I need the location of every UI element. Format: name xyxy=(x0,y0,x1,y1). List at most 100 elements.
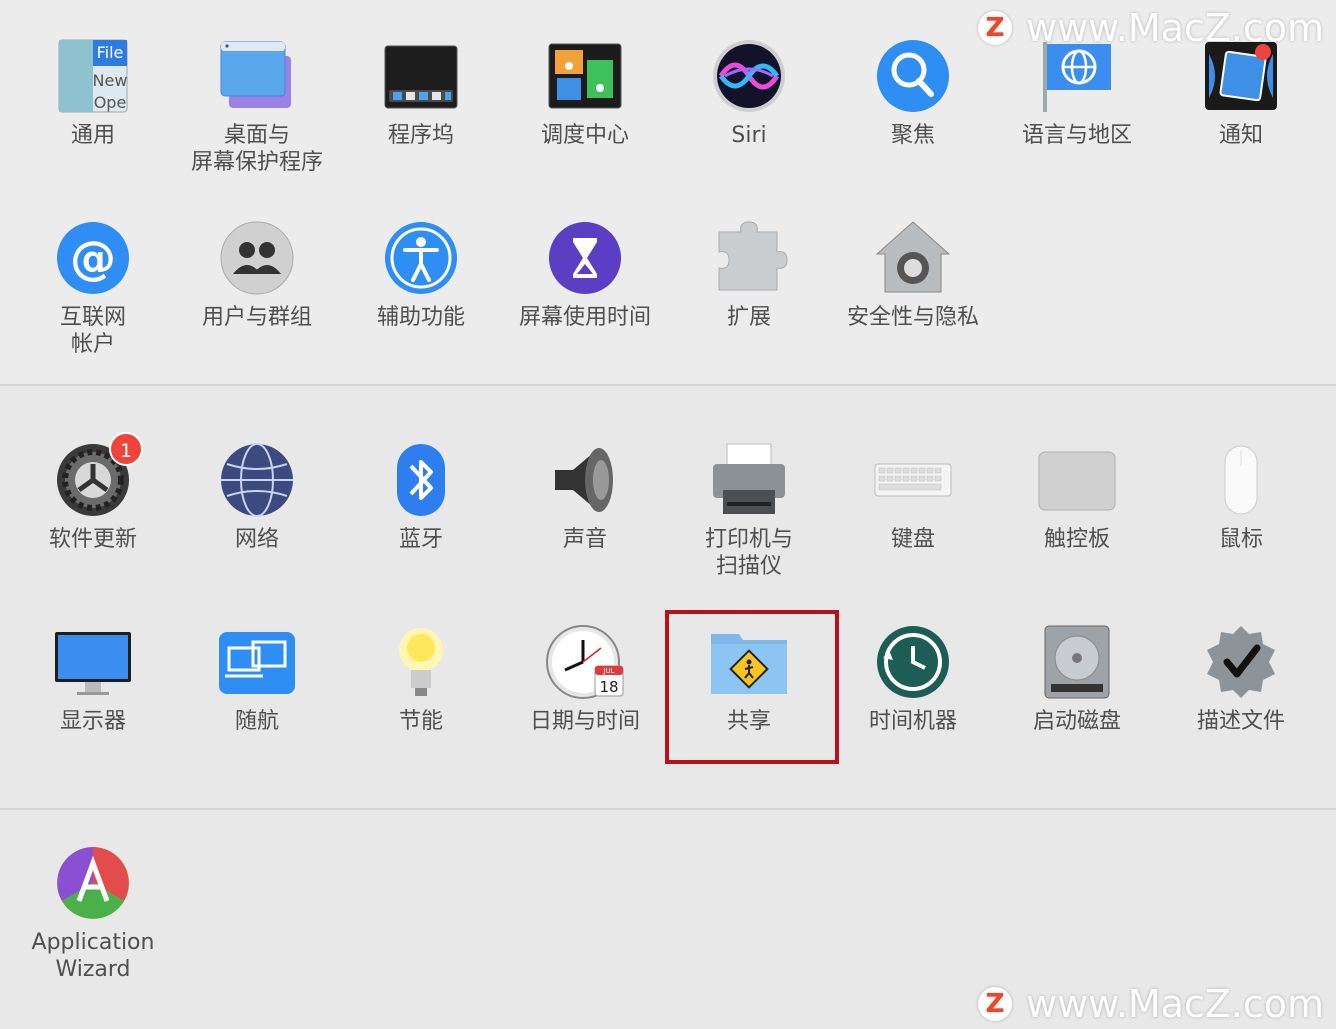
pref-pane-label: 网络 xyxy=(234,527,279,552)
pref-pane-label: 蓝牙 xyxy=(398,527,443,552)
bluetooth-icon xyxy=(381,440,461,520)
pref-pane-timemachine[interactable]: 时间机器 xyxy=(831,622,995,735)
svg-text:Ope: Ope xyxy=(94,93,127,112)
pref-pane-datetime[interactable]: JUL 18 日期与时间 xyxy=(503,622,667,735)
pref-pane-energy[interactable]: 节能 xyxy=(339,622,503,735)
pref-pane-label: 程序坞 xyxy=(387,123,454,148)
pref-pane-sound[interactable]: 声音 xyxy=(503,440,667,553)
pref-pane-keyboard[interactable]: 键盘 xyxy=(831,440,995,553)
pref-pane-label: 桌面与 屏幕保护程序 xyxy=(190,123,323,175)
pref-pane-label: Application Wizard xyxy=(31,930,155,982)
pref-pane-label: 聚焦 xyxy=(890,123,935,148)
pref-pane-label: 打印机与 扫描仪 xyxy=(704,527,793,579)
security-privacy-icon xyxy=(873,218,953,298)
pref-pane-label: 调度中心 xyxy=(540,123,629,148)
pref-pane-label: 通用 xyxy=(70,123,115,148)
pref-pane-mission[interactable]: 调度中心 xyxy=(503,36,667,149)
mission-control-icon xyxy=(545,36,625,116)
pref-pane-label: 语言与地区 xyxy=(1021,123,1132,148)
extensions-icon xyxy=(709,218,789,298)
svg-text:JUL: JUL xyxy=(602,667,614,675)
application-wizard-icon xyxy=(53,843,133,923)
update-count-badge: 1 xyxy=(109,432,143,466)
pref-pane-label: 显示器 xyxy=(59,709,126,734)
pref-pane-desktop[interactable]: 桌面与 屏幕保护程序 xyxy=(175,36,339,176)
users-groups-icon xyxy=(217,218,297,298)
time-machine-icon xyxy=(873,622,953,702)
desktop-screensaver-icon xyxy=(217,36,297,116)
pref-pane-screentime[interactable]: 屏幕使用时间 xyxy=(503,218,667,331)
pref-pane-siri[interactable]: Siri xyxy=(667,36,831,149)
profiles-icon xyxy=(1201,622,1281,702)
startup-disk-icon xyxy=(1037,622,1117,702)
watermark: Z www.MacZ.com xyxy=(978,6,1324,50)
pref-pane-label: 声音 xyxy=(562,527,607,552)
displays-icon xyxy=(53,622,133,702)
pref-pane-spotlight[interactable]: 聚焦 xyxy=(831,36,995,149)
pref-pane-label: 描述文件 xyxy=(1196,709,1285,734)
pref-pane-sidecar[interactable]: 随航 xyxy=(175,622,339,735)
pref-pane-accessibility[interactable]: 辅助功能 xyxy=(339,218,503,331)
svg-text:New: New xyxy=(93,71,128,90)
pref-pane-label: 互联网 帐户 xyxy=(59,305,126,357)
pref-pane-language[interactable]: 语言与地区 xyxy=(995,36,1159,149)
pref-pane-security[interactable]: 安全性与隐私 xyxy=(831,218,995,331)
pref-pane-trackpad[interactable]: 触控板 xyxy=(995,440,1159,553)
pref-pane-label: 扩展 xyxy=(726,305,771,330)
pref-pane-label: 软件更新 xyxy=(48,527,137,552)
pref-pane-label: 用户与群组 xyxy=(201,305,312,330)
printers-scanners-icon xyxy=(709,440,789,520)
energy-saver-icon xyxy=(381,622,461,702)
pref-pane-displays[interactable]: 显示器 xyxy=(11,622,175,735)
pref-pane-bluetooth[interactable]: 蓝牙 xyxy=(339,440,503,553)
watermark-logo: Z xyxy=(978,987,1012,1021)
pref-pane-startup[interactable]: 启动磁盘 xyxy=(995,622,1159,735)
pref-pane-dock[interactable]: 程序坞 xyxy=(339,36,503,149)
svg-text:@: @ xyxy=(70,231,116,285)
pref-pane-label: 鼠标 xyxy=(1218,527,1263,552)
internet-accounts-icon: @ xyxy=(53,218,133,298)
pref-pane-label: 键盘 xyxy=(890,527,935,552)
pref-pane-label: 随航 xyxy=(234,709,279,734)
pref-pane-notifications[interactable]: 通知 xyxy=(1159,36,1323,149)
watermark: Z www.MacZ.com xyxy=(978,982,1324,1026)
pref-pane-internet[interactable]: @ 互联网 帐户 xyxy=(11,218,175,358)
watermark-text: www.MacZ.com xyxy=(1026,6,1325,50)
keyboard-icon xyxy=(873,440,953,520)
pref-pane-label: 通知 xyxy=(1218,123,1263,148)
software-update-icon: 1 xyxy=(53,432,143,520)
pref-pane-extensions[interactable]: 扩展 xyxy=(667,218,831,331)
svg-text:18: 18 xyxy=(599,678,618,696)
pref-pane-appwizard[interactable]: Application Wizard xyxy=(11,843,175,983)
pref-pane-label: 时间机器 xyxy=(868,709,957,734)
screen-time-icon xyxy=(545,218,625,298)
pref-pane-printers[interactable]: 打印机与 扫描仪 xyxy=(667,440,831,580)
sound-icon xyxy=(545,440,625,520)
pref-pane-network[interactable]: 网络 xyxy=(175,440,339,553)
pref-pane-label: 节能 xyxy=(398,709,443,734)
pref-pane-label: 日期与时间 xyxy=(529,709,640,734)
pref-pane-label: Siri xyxy=(731,123,767,148)
pref-pane-label: 安全性与隐私 xyxy=(846,305,979,330)
pref-pane-users[interactable]: 用户与群组 xyxy=(175,218,339,331)
siri-icon xyxy=(709,36,789,116)
trackpad-icon xyxy=(1037,440,1117,520)
network-icon xyxy=(217,440,297,520)
pref-pane-label: 屏幕使用时间 xyxy=(518,305,651,330)
date-time-icon: JUL 18 xyxy=(545,622,625,702)
watermark-text: www.MacZ.com xyxy=(1026,982,1325,1026)
watermark-logo: Z xyxy=(978,11,1012,45)
general-icon: File New Ope xyxy=(53,36,133,116)
pref-pane-general[interactable]: File New Ope 通用 xyxy=(11,36,175,149)
pref-pane-mouse[interactable]: 鼠标 xyxy=(1159,440,1323,553)
svg-text:File: File xyxy=(97,43,124,62)
dock-icon xyxy=(381,36,461,116)
pref-pane-update[interactable]: 1 软件更新 xyxy=(11,432,175,553)
pref-pane-label: 启动磁盘 xyxy=(1032,709,1121,734)
spotlight-icon xyxy=(873,36,953,116)
pref-pane-profiles[interactable]: 描述文件 xyxy=(1159,622,1323,735)
pref-pane-label: 辅助功能 xyxy=(376,305,465,330)
mouse-icon xyxy=(1201,440,1281,520)
accessibility-icon xyxy=(381,218,461,298)
pref-pane-label: 触控板 xyxy=(1043,527,1110,552)
